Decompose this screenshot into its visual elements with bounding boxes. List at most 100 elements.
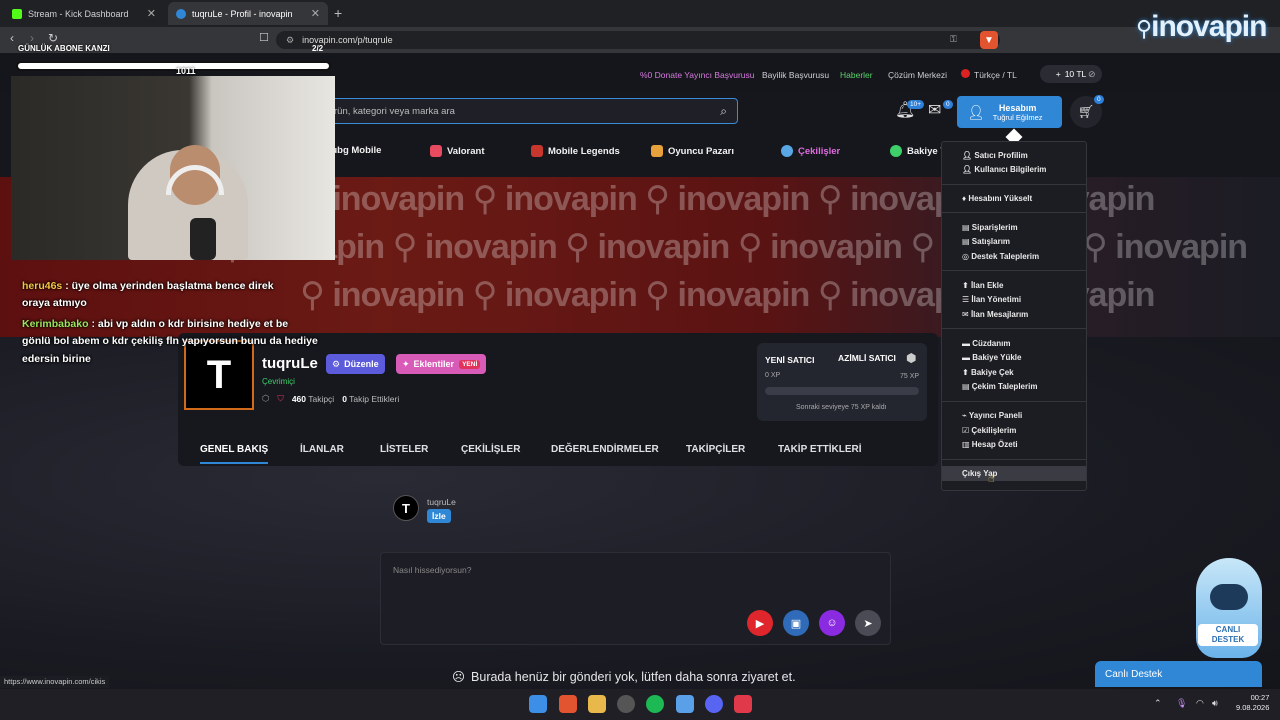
new-tab-icon[interactable]: +	[334, 5, 342, 21]
watch-button[interactable]: İzle	[427, 509, 451, 523]
file-explorer-icon[interactable]	[588, 695, 606, 713]
user-icon: 👤︎	[967, 103, 985, 120]
cart-icon: 🛒︎	[1077, 104, 1095, 119]
help-center-link[interactable]: Çözüm Merkezi	[888, 70, 947, 80]
category-balance[interactable]: Bakiye Y	[890, 145, 946, 157]
post-username[interactable]: tuqruLe	[427, 497, 456, 507]
app-icon[interactable]	[734, 695, 752, 713]
forward-icon[interactable]: ›	[30, 31, 34, 45]
clock[interactable]: 00:27 9.08.2026	[1236, 693, 1269, 713]
overlay-count: 2/2	[312, 44, 324, 53]
mail-icon[interactable]: ✉	[928, 100, 941, 120]
category-valorant[interactable]: Valorant	[430, 145, 485, 157]
tab-overview[interactable]: GENEL BAKIŞ	[200, 444, 269, 464]
site-info-icon[interactable]: ⚙	[286, 35, 294, 46]
volume-icon[interactable]: 🔊︎	[1212, 698, 1218, 709]
post-avatar[interactable]: T	[393, 495, 419, 521]
online-status: Çevrimiçi	[262, 377, 295, 386]
spotify-icon[interactable]	[646, 695, 664, 713]
category-mobile-legends[interactable]: Mobile Legends	[531, 145, 620, 157]
plugins-button[interactable]: ✦ Eklentiler YENİ	[396, 354, 487, 374]
tab-giveaways[interactable]: ÇEKİLİŞLER	[461, 444, 520, 455]
tray-chevron-icon[interactable]: ⌃	[1154, 698, 1162, 709]
send-icon[interactable]: ➤	[855, 610, 881, 636]
tab-followers[interactable]: TAKİPÇİLER	[686, 444, 745, 455]
menu-support-tickets[interactable]: ◎ Destek Taleplerim	[962, 252, 1039, 261]
obs-icon[interactable]	[617, 695, 635, 713]
category-giveaways[interactable]: Çekilişler	[781, 145, 840, 157]
menu-orders[interactable]: ▤ Siparişlerim	[962, 223, 1018, 232]
inovapin-logo[interactable]: ⚲inovapin	[1136, 10, 1267, 44]
windows-start-icon[interactable]	[529, 695, 547, 713]
category-player-market[interactable]: Oyuncu Pazarı	[651, 145, 734, 157]
menu-deposit[interactable]: ▬ Bakiye Yükle	[962, 353, 1021, 362]
mascot-label: CANLI DESTEK	[1198, 624, 1258, 646]
close-icon[interactable]: ✕	[311, 7, 320, 20]
new-badge: YENİ	[459, 359, 481, 369]
back-icon[interactable]: ‹	[10, 31, 14, 45]
hide-balance-icon[interactable]: ⊘	[1088, 69, 1096, 80]
cube-icon: ⬢	[906, 351, 917, 365]
next-xp: 75 XP	[900, 373, 920, 380]
subscriber-goal-bar	[16, 61, 331, 71]
url-field[interactable]: ⚙ inovapin.com/p/tuqrule	[276, 31, 1000, 49]
dealer-link[interactable]: Bayilik Başvurusu	[762, 70, 829, 80]
post-composer[interactable]: Nasıl hissediyorsun?	[380, 552, 891, 645]
donate-link[interactable]: %0 Donate Yayıncı Başvurusu	[640, 70, 755, 80]
tab-inovapin-profile[interactable]: tuqruLe - Profil - inovapin ✕	[168, 2, 328, 25]
wifi-icon[interactable]: ◠	[1196, 698, 1204, 709]
tab-listings[interactable]: İLANLAR	[300, 444, 344, 455]
mail-badge: 0	[943, 100, 953, 109]
menu-sales[interactable]: ▤ Satışlarım	[962, 237, 1010, 246]
menu-my-giveaways[interactable]: ☑ Çekilişlerim	[962, 426, 1016, 435]
tab-reviews[interactable]: DEĞERLENDİRMELER	[551, 444, 659, 455]
following[interactable]: 0 Takip Ettikleri	[342, 394, 399, 404]
news-link[interactable]: Haberler	[840, 70, 873, 80]
menu-withdraw-requests[interactable]: ▤ Çekim Taleplerim	[962, 382, 1037, 391]
reload-icon[interactable]: ↻	[48, 31, 58, 45]
puzzle-icon: ✦	[402, 358, 410, 369]
emoji-icon[interactable]: ☺	[819, 610, 845, 636]
menu-account-summary[interactable]: ▥ Hesap Özeti	[962, 440, 1018, 449]
search-icon[interactable]: ⌕	[720, 104, 727, 119]
menu-user-info[interactable]: 👤︎ Kullanıcı Bilgilerim	[962, 165, 1046, 174]
bookmark-icon[interactable]: ☐	[259, 31, 269, 44]
search-input[interactable]: rün, kategori veya marka ara ⌕	[325, 98, 738, 124]
cart-badge: 0	[1094, 95, 1104, 104]
live-support-button[interactable]: Canlı Destek	[1095, 661, 1262, 687]
account-name: Tuğrul Eğilmez	[992, 112, 1043, 122]
gear-icon: ⚙	[332, 358, 341, 369]
menu-wallet[interactable]: ▬ Cüzdanım	[962, 339, 1010, 348]
brave-browser-icon[interactable]	[559, 695, 577, 713]
overlay-title: GÜNLÜK ABONE KANZI	[18, 44, 110, 53]
key-icon[interactable]: ⚿	[950, 34, 957, 45]
language-select[interactable]: Türkçe / TL	[974, 70, 1017, 80]
profile-avatar[interactable]: T	[184, 340, 254, 410]
menu-listing-management[interactable]: ☰ İlan Yönetimi	[962, 295, 1021, 304]
chat-message: oraya atmıyo	[22, 297, 87, 309]
kick-icon	[12, 8, 22, 19]
image-icon[interactable]: ▣	[783, 610, 809, 636]
discord-icon[interactable]	[705, 695, 723, 713]
youtube-icon[interactable]: ▶	[747, 610, 773, 636]
tab-lists[interactable]: LİSTELER	[380, 444, 428, 455]
close-icon[interactable]: ✕	[147, 7, 156, 20]
menu-seller-profile[interactable]: 👤︎ Satıcı Profilim	[962, 151, 1028, 160]
tab-kick-dashboard[interactable]: Stream - Kick Dashboard ✕	[4, 2, 164, 25]
next-level: AZİMLİ SATICI	[838, 353, 896, 363]
followers[interactable]: 460 Takipçi	[292, 394, 334, 404]
inovapin-icon	[176, 8, 186, 19]
account-button[interactable]: 👤︎ Hesabım Tuğrul Eğilmez	[957, 96, 1062, 128]
current-level: YENİ SATICI	[765, 355, 815, 365]
microphone-tray-icon[interactable]: 🎙︎	[1176, 698, 1187, 709]
menu-listing-messages[interactable]: ✉ İlan Mesajlarım	[962, 310, 1028, 319]
menu-upgrade-account[interactable]: ♦ Hesabını Yükselt	[962, 194, 1032, 203]
tab-following[interactable]: TAKİP ETTİKLERİ	[778, 444, 862, 455]
menu-withdraw[interactable]: ⬆ Bakiye Çek	[962, 368, 1014, 377]
menu-streamer-panel[interactable]: ⌁ Yayıncı Paneli	[962, 411, 1022, 420]
menu-add-listing[interactable]: ⬆ İlan Ekle	[962, 281, 1003, 290]
chat-message: Kerimbabako : abi vp aldın o kdr birisin…	[22, 318, 289, 330]
edit-profile-button[interactable]: ⚙ Düzenle	[326, 354, 385, 374]
brave-shield-icon[interactable]: ▼	[980, 31, 998, 49]
notepad-icon[interactable]	[676, 695, 694, 713]
